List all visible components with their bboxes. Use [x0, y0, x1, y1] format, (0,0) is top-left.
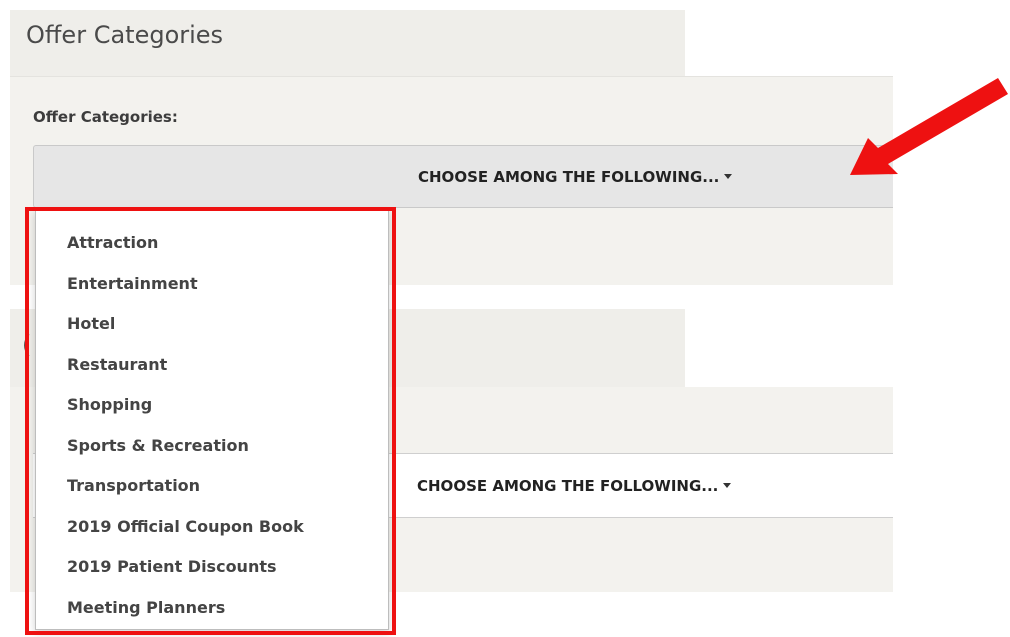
select-text: CHOOSE AMONG THE FOLLOWING...	[418, 167, 720, 186]
select-text: CHOOSE AMONG THE FOLLOWING...	[417, 476, 719, 495]
dropdown-item-shopping[interactable]: Shopping	[36, 385, 388, 426]
dropdown-item-patient-discounts[interactable]: 2019 Patient Discounts	[36, 547, 388, 588]
page: Offer Categories Offer Categories: CHOOS…	[0, 0, 1010, 637]
select-label: CHOOSE AMONG THE FOLLOWING...	[417, 454, 732, 517]
dropdown-item-sports-recreation[interactable]: Sports & Recreation	[36, 426, 388, 467]
caret-down-icon	[723, 483, 732, 488]
offer-categories-select[interactable]: CHOOSE AMONG THE FOLLOWING...	[33, 145, 893, 208]
dropdown-item-transportation[interactable]: Transportation	[36, 466, 388, 507]
dropdown-item-attraction[interactable]: Attraction	[36, 223, 388, 264]
section-title: Offer Categories	[26, 21, 224, 49]
dropdown-item-restaurant[interactable]: Restaurant	[36, 345, 388, 386]
dropdown-item-official-coupon-book[interactable]: 2019 Official Coupon Book	[36, 507, 388, 548]
dropdown-item-hotel[interactable]: Hotel	[36, 304, 388, 345]
caret-down-icon	[724, 174, 733, 179]
dropdown-item-entertainment[interactable]: Entertainment	[36, 264, 388, 305]
dropdown-item-meeting-planners[interactable]: Meeting Planners	[36, 588, 388, 629]
second-section-title: (	[22, 331, 32, 359]
select-label: CHOOSE AMONG THE FOLLOWING...	[418, 146, 733, 207]
dropdown-list: Attraction Entertainment Hotel Restauran…	[36, 211, 388, 628]
offer-categories-label: Offer Categories:	[33, 108, 178, 126]
offer-categories-dropdown-menu: Attraction Entertainment Hotel Restauran…	[35, 210, 389, 630]
